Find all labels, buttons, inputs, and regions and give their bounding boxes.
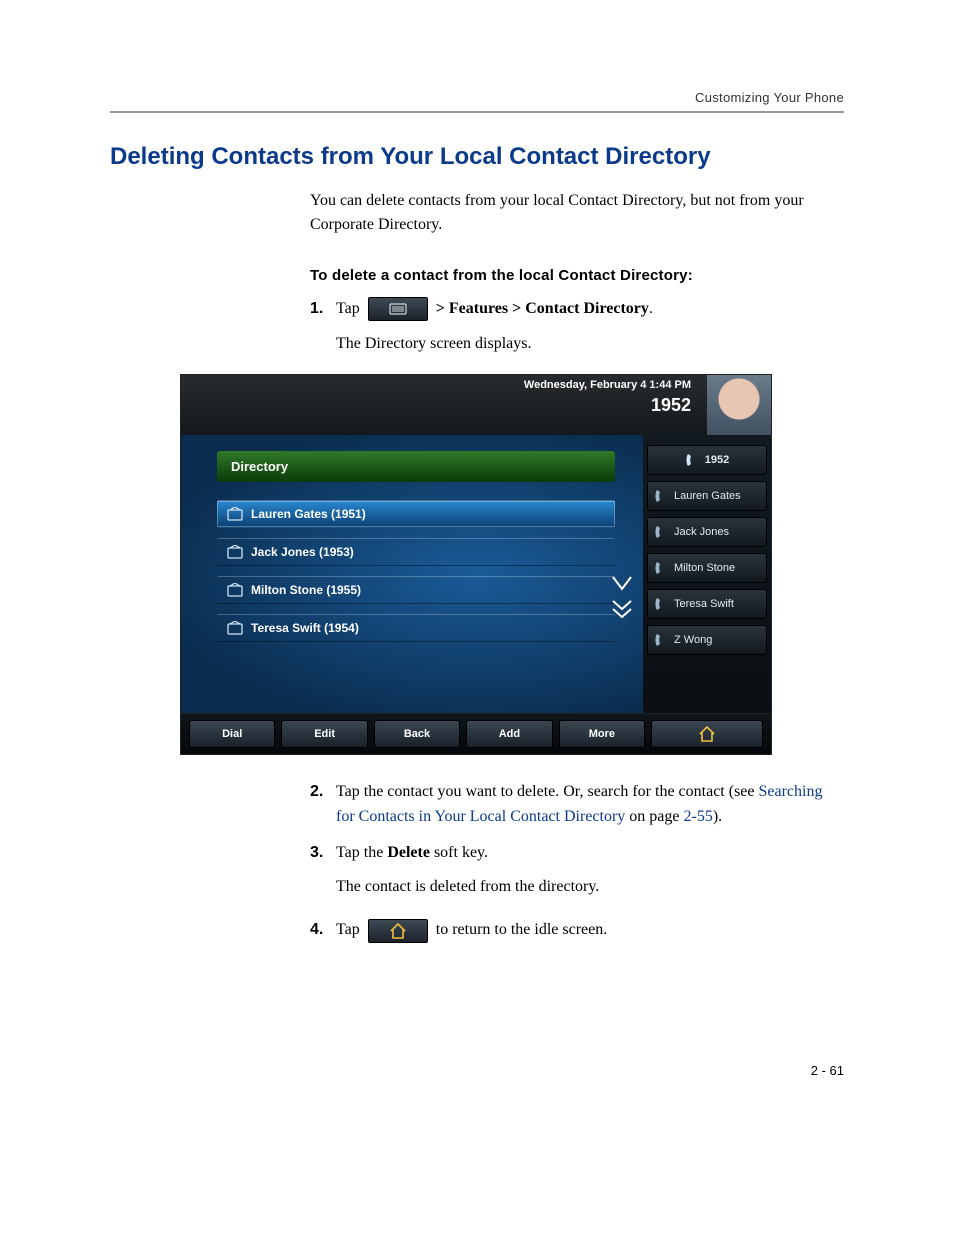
step-3-post: soft key. — [430, 844, 488, 861]
step-1-path: > Features > Contact Directory — [436, 300, 649, 317]
card-icon — [227, 621, 243, 635]
home-icon — [698, 726, 716, 742]
sidebar-extension[interactable]: 1952 — [647, 445, 767, 475]
contact-list-item[interactable]: Jack Jones (1953) — [217, 538, 615, 566]
step-3-followup: The contact is deleted from the director… — [336, 875, 844, 899]
softkey-edit[interactable]: Edit — [281, 720, 367, 748]
softkey-home[interactable] — [651, 720, 763, 748]
directory-title-bar: Directory — [217, 451, 615, 482]
contact-label: Lauren Gates (1951) — [251, 507, 366, 521]
step-number: 2. — [310, 779, 336, 805]
home-icon — [389, 923, 407, 939]
step-3-strong: Delete — [387, 844, 430, 861]
softkey-more[interactable]: More — [559, 720, 645, 748]
card-icon — [227, 507, 243, 521]
sidebar-speed-dial[interactable]: Z Wong — [647, 625, 767, 655]
chevron-double-down-icon — [611, 599, 633, 621]
softkey-bar: Dial Edit Back Add More — [181, 713, 771, 754]
procedure-heading: To delete a contact from the local Conta… — [310, 267, 844, 284]
step-2: 2. Tap the contact you want to delete. O… — [310, 779, 844, 830]
page-reference-link[interactable]: 2-55 — [683, 808, 712, 825]
handset-icon — [654, 633, 668, 647]
section-title: Deleting Contacts from Your Local Contac… — [110, 143, 844, 171]
scroll-arrows[interactable] — [611, 575, 633, 627]
screenshot-statusbar: Wednesday, February 4 1:44 PM 1952 — [181, 375, 771, 435]
step-1: 1. Tap > Features > Contact Directory. — [310, 296, 844, 322]
softkey-add[interactable]: Add — [466, 720, 552, 748]
sidebar-label: Lauren Gates — [674, 490, 741, 502]
handset-icon — [654, 525, 668, 539]
contact-label: Teresa Swift (1954) — [251, 621, 359, 635]
chevron-down-icon — [611, 575, 633, 593]
status-extension: 1952 — [651, 395, 691, 416]
handset-icon — [654, 597, 668, 611]
sidebar-label: Z Wong — [674, 634, 712, 646]
sidebar-speed-dial[interactable]: Lauren Gates — [647, 481, 767, 511]
contact-list-item[interactable]: Milton Stone (1955) — [217, 576, 615, 604]
menu-icon-button — [368, 297, 428, 321]
step-1-pre: Tap — [336, 300, 364, 317]
step-2-text-c: ). — [713, 808, 722, 825]
phone-screenshot: Wednesday, February 4 1:44 PM 1952 Direc… — [180, 374, 772, 755]
step-1-tail: . — [649, 300, 653, 317]
step-1-followup: The Directory screen displays. — [336, 332, 844, 356]
step-3-pre: Tap the — [336, 844, 387, 861]
softkey-dial[interactable]: Dial — [189, 720, 275, 748]
step-4-pre: Tap — [336, 921, 364, 938]
step-4: 4. Tap to return to the idle screen. — [310, 917, 844, 943]
sidebar-label: Jack Jones — [674, 526, 729, 538]
sidebar-label: Teresa Swift — [674, 598, 734, 610]
softkey-back[interactable]: Back — [374, 720, 460, 748]
contact-list-item[interactable]: Lauren Gates (1951) — [217, 500, 615, 528]
card-icon — [227, 583, 243, 597]
contact-list-item[interactable]: Teresa Swift (1954) — [217, 614, 615, 642]
sidebar-label: Milton Stone — [674, 562, 735, 574]
sidebar-ext-label: 1952 — [705, 454, 729, 466]
status-datetime: Wednesday, February 4 1:44 PM — [524, 379, 691, 391]
step-2-text-a: Tap the contact you want to delete. Or, … — [336, 783, 759, 800]
running-header: Customizing Your Phone — [110, 90, 844, 113]
step-2-text-b: on page — [625, 808, 683, 825]
intro-paragraph: You can delete contacts from your local … — [310, 189, 844, 237]
sidebar: 1952 Lauren Gates Jack Jones Milton Ston… — [643, 435, 771, 713]
page-number: 2 - 61 — [110, 1063, 844, 1078]
sidebar-speed-dial[interactable]: Milton Stone — [647, 553, 767, 583]
handset-icon — [685, 453, 699, 467]
avatar — [707, 375, 771, 435]
handset-icon — [654, 489, 668, 503]
card-icon — [227, 545, 243, 559]
step-number: 1. — [310, 296, 336, 322]
home-icon-button — [368, 919, 428, 943]
contact-label: Jack Jones (1953) — [251, 545, 354, 559]
handset-icon — [654, 561, 668, 575]
step-4-post: to return to the idle screen. — [436, 921, 608, 938]
step-number: 4. — [310, 917, 336, 943]
step-3: 3. Tap the Delete soft key. — [310, 840, 844, 866]
step-number: 3. — [310, 840, 336, 866]
sidebar-speed-dial[interactable]: Teresa Swift — [647, 589, 767, 619]
contact-label: Milton Stone (1955) — [251, 583, 361, 597]
sidebar-speed-dial[interactable]: Jack Jones — [647, 517, 767, 547]
menu-icon — [389, 303, 407, 315]
